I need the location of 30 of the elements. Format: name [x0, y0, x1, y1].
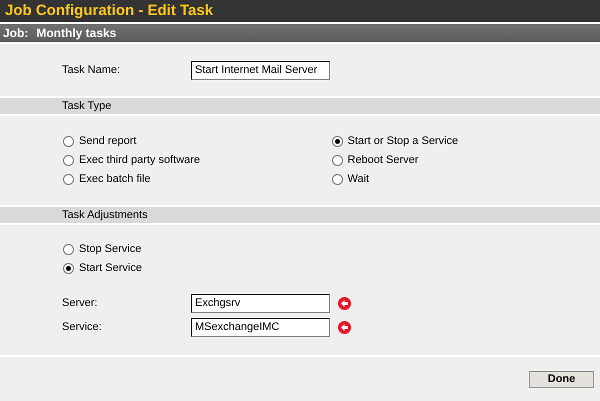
field-label: Service: — [62, 320, 103, 335]
radio-button[interactable] — [63, 136, 74, 147]
radio-button[interactable] — [63, 155, 74, 166]
job-name: Monthly tasks — [36, 26, 116, 40]
page-title: Job Configuration - Edit Task — [0, 0, 600, 22]
section-heading: Task Type — [0, 98, 600, 114]
radio-button[interactable] — [63, 263, 74, 274]
section-heading: Task Adjustments — [0, 207, 600, 223]
text-field[interactable]: Exchgsrv — [191, 294, 330, 312]
field-label: Server: — [62, 296, 98, 311]
text-field[interactable]: MSexchangeIMC — [191, 318, 330, 336]
field-label: Task Name: — [62, 62, 122, 78]
radio-label[interactable]: Send report — [79, 133, 136, 150]
radio-button[interactable] — [63, 174, 74, 185]
radio-label[interactable]: Wait — [348, 171, 370, 188]
radio-button[interactable] — [332, 155, 342, 166]
done-button[interactable]: Done — [529, 371, 594, 388]
radio-label[interactable]: Start or Stop a Service — [348, 133, 458, 150]
task-name-field[interactable]: Start Internet Mail Server — [191, 60, 330, 80]
radio-button[interactable] — [332, 174, 342, 185]
radio-button[interactable] — [332, 136, 342, 147]
left-arrow-icon[interactable] — [338, 320, 351, 334]
radio-button[interactable] — [63, 244, 74, 255]
job-label: Job: — [3, 26, 28, 40]
radio-label[interactable]: Stop Service — [79, 241, 142, 258]
radio-label[interactable]: Reboot Server — [348, 152, 418, 169]
left-arrow-icon[interactable] — [338, 296, 351, 310]
radio-label[interactable]: Start Service — [79, 260, 142, 277]
radio-label[interactable]: Exec batch file — [79, 171, 151, 188]
radio-label[interactable]: Exec third party software — [79, 152, 200, 169]
